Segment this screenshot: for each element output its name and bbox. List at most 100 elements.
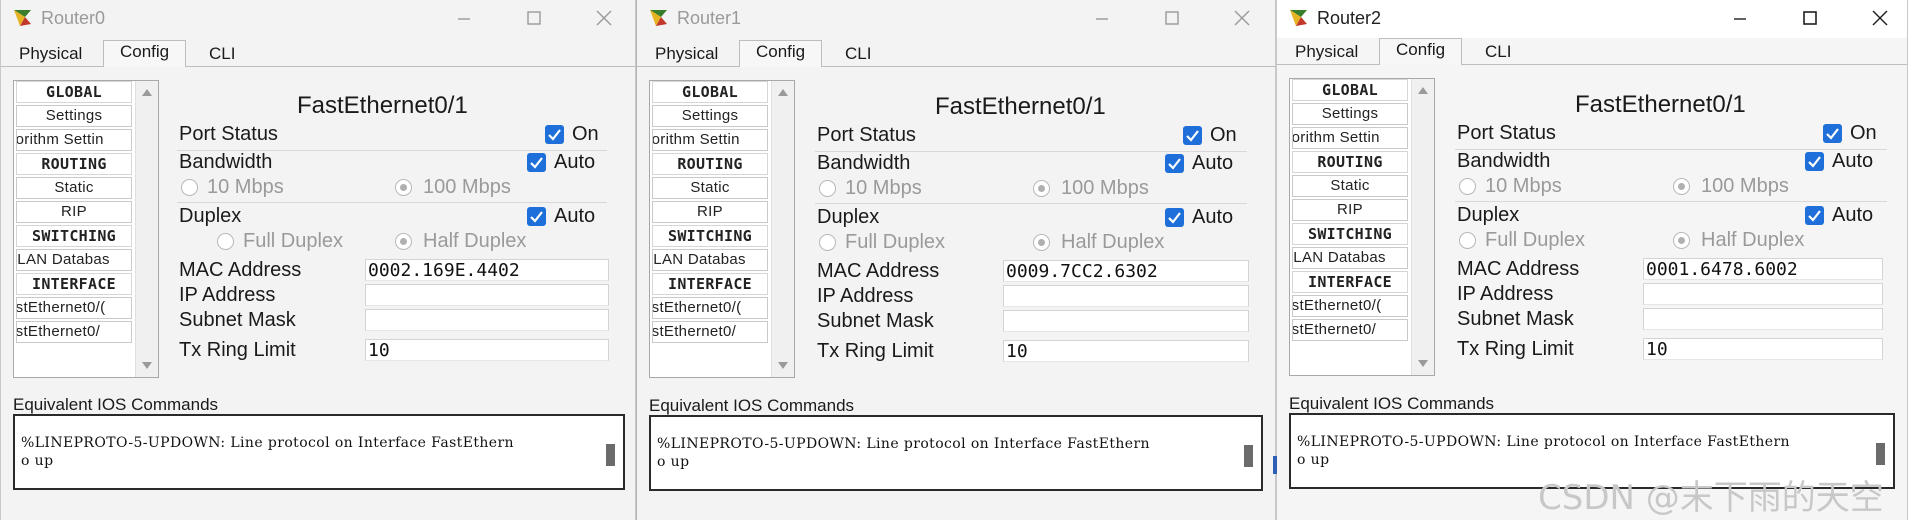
bw-10-radio[interactable]	[181, 179, 198, 196]
full-duplex-radio[interactable]	[819, 234, 836, 251]
maximize-icon[interactable]	[1159, 6, 1185, 30]
sidebar-item-algorithm-settings[interactable]: gorithm Settin	[652, 129, 768, 151]
subnet-mask-field[interactable]	[1643, 308, 1883, 330]
sidebar-item-settings[interactable]: Settings	[16, 105, 132, 127]
duplex-auto-label: Auto	[554, 205, 596, 227]
sidebar-header-routing: ROUTING	[1292, 151, 1408, 173]
duplex-auto-checkbox[interactable]	[1165, 208, 1184, 227]
full-duplex-radio[interactable]	[217, 233, 234, 250]
tx-ring-limit-field[interactable]: 10	[1003, 340, 1249, 362]
ip-address-field[interactable]	[365, 284, 609, 306]
console-scrollbar[interactable]	[606, 444, 615, 466]
mac-address-field[interactable]: 0001.6478.6002	[1643, 258, 1883, 280]
sidebar-item-fastethernet0-0[interactable]: astEthernet0/(	[16, 297, 132, 319]
half-duplex-radio[interactable]	[395, 233, 412, 250]
tab-physical[interactable]: Physical	[3, 43, 98, 65]
console-output: %LINEPROTO-5-UPDOWN: Line protocol on In…	[1297, 434, 1790, 468]
sidebar-item-fastethernet0-1[interactable]: astEthernet0/	[16, 321, 132, 343]
close-icon[interactable]	[1867, 6, 1893, 30]
scroll-up-icon[interactable]	[778, 89, 788, 96]
tab-config[interactable]: Config	[1379, 38, 1463, 65]
sidebar-item-fastethernet0-0[interactable]: astEthernet0/(	[1292, 295, 1408, 317]
half-duplex-radio[interactable]	[1673, 232, 1690, 249]
sidebar-item-rip[interactable]: RIP	[16, 201, 132, 223]
duplex-auto-checkbox[interactable]	[527, 207, 546, 226]
ios-console[interactable]: %LINEPROTO-5-UPDOWN: Line protocol on In…	[649, 415, 1263, 491]
sidebar-item-fastethernet0-0[interactable]: astEthernet0/(	[652, 297, 768, 319]
maximize-icon[interactable]	[521, 6, 547, 30]
ip-address-field[interactable]	[1003, 285, 1249, 307]
tab-cli[interactable]: CLI	[1469, 41, 1527, 63]
sidebar-scrollbar[interactable]	[135, 81, 158, 377]
sidebar-item-vlan-database[interactable]: VLAN Databas	[16, 249, 132, 271]
bw-100-radio[interactable]	[1673, 178, 1690, 195]
sidebar-item-vlan-database[interactable]: VLAN Databas	[652, 249, 768, 271]
close-icon[interactable]	[591, 6, 617, 30]
ios-console[interactable]: %LINEPROTO-5-UPDOWN: Line protocol on In…	[13, 414, 625, 490]
title-bar[interactable]: Router0	[1, 0, 635, 38]
tx-ring-limit-field[interactable]: 10	[1643, 338, 1883, 360]
tab-physical[interactable]: Physical	[1279, 41, 1374, 63]
sidebar-item-static[interactable]: Static	[652, 177, 768, 199]
tab-cli[interactable]: CLI	[829, 43, 887, 65]
sidebar-item-algorithm-settings[interactable]: gorithm Settin	[16, 129, 132, 151]
subnet-mask-field[interactable]	[1003, 310, 1249, 332]
sidebar-scrollbar[interactable]	[1411, 79, 1434, 375]
tx-ring-limit-field[interactable]: 10	[365, 339, 609, 361]
sidebar-item-settings[interactable]: Settings	[1292, 103, 1408, 125]
mac-address-field[interactable]: 0009.7CC2.6302	[1003, 260, 1249, 282]
port-status-checkbox[interactable]	[545, 125, 564, 144]
sidebar-item-settings[interactable]: Settings	[652, 105, 768, 127]
minimize-icon[interactable]	[451, 6, 477, 30]
bw-10-radio[interactable]	[819, 180, 836, 197]
mac-address-field[interactable]: 0002.169E.4402	[365, 259, 609, 281]
sidebar-scrollbar[interactable]	[771, 81, 794, 377]
sidebar-item-vlan-database[interactable]: VLAN Databas	[1292, 247, 1408, 269]
bandwidth-auto-checkbox[interactable]	[527, 153, 546, 172]
tab-config[interactable]: Config	[103, 40, 187, 67]
tab-cli[interactable]: CLI	[193, 43, 251, 65]
bandwidth-auto-checkbox[interactable]	[1805, 152, 1824, 171]
port-status-checkbox[interactable]	[1183, 126, 1202, 145]
scroll-down-icon[interactable]	[142, 362, 152, 369]
scroll-down-icon[interactable]	[1418, 360, 1428, 367]
close-icon[interactable]	[1229, 6, 1255, 30]
scroll-up-icon[interactable]	[1418, 87, 1428, 94]
sidebar-item-static[interactable]: Static	[1292, 175, 1408, 197]
tab-config[interactable]: Config	[739, 40, 823, 67]
window-title: Router1	[677, 8, 742, 28]
bw-100-radio[interactable]	[1033, 180, 1050, 197]
scroll-down-icon[interactable]	[778, 362, 788, 369]
config-sidebar: GLOBAL Settings gorithm Settin ROUTING S…	[649, 80, 795, 378]
tab-physical[interactable]: Physical	[639, 43, 734, 65]
sidebar-item-fastethernet0-1[interactable]: astEthernet0/	[652, 321, 768, 343]
packet-tracer-icon	[650, 10, 667, 26]
sidebar-item-rip[interactable]: RIP	[1292, 199, 1408, 221]
title-bar[interactable]: Router1	[637, 0, 1275, 38]
port-status-checkbox[interactable]	[1823, 124, 1842, 143]
full-duplex-radio[interactable]	[1459, 232, 1476, 249]
half-duplex-radio[interactable]	[1033, 234, 1050, 251]
console-scrollbar[interactable]	[1244, 445, 1253, 467]
bandwidth-auto-checkbox[interactable]	[1165, 154, 1184, 173]
console-scrollbar[interactable]	[1876, 443, 1885, 465]
window-edge-highlight	[1273, 456, 1277, 474]
minimize-icon[interactable]	[1089, 6, 1115, 30]
title-bar[interactable]: Router2	[1277, 0, 1907, 38]
bw-10-radio[interactable]	[1459, 178, 1476, 195]
scroll-up-icon[interactable]	[142, 89, 152, 96]
sidebar-header-global: GLOBAL	[16, 81, 132, 103]
subnet-mask-field[interactable]	[365, 309, 609, 331]
interface-title: FastEthernet0/1	[1575, 91, 1746, 118]
sidebar-item-rip[interactable]: RIP	[652, 201, 768, 223]
full-duplex-label: Full Duplex	[845, 231, 946, 253]
maximize-icon[interactable]	[1797, 6, 1823, 30]
sidebar-item-algorithm-settings[interactable]: gorithm Settin	[1292, 127, 1408, 149]
packet-tracer-icon	[14, 10, 31, 26]
sidebar-item-static[interactable]: Static	[16, 177, 132, 199]
duplex-auto-checkbox[interactable]	[1805, 206, 1824, 225]
sidebar-item-fastethernet0-1[interactable]: astEthernet0/	[1292, 319, 1408, 341]
ip-address-field[interactable]	[1643, 283, 1883, 305]
bw-100-radio[interactable]	[395, 179, 412, 196]
minimize-icon[interactable]	[1727, 6, 1753, 30]
